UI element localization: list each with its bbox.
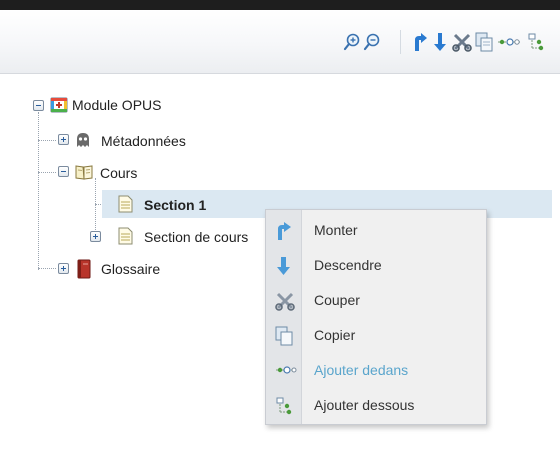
- tree-node-cours[interactable]: Cours: [100, 164, 137, 182]
- copy-icon: [275, 326, 293, 346]
- menu-item-label: Copier: [314, 327, 356, 343]
- cut-icon[interactable]: [452, 30, 472, 54]
- tree-guide-line: [38, 140, 56, 141]
- menu-item-label: Descendre: [314, 257, 382, 273]
- tree-toggle-expand[interactable]: [90, 231, 101, 242]
- menu-item-label: Couper: [314, 292, 360, 308]
- open-book-icon: [75, 163, 93, 181]
- tree-node-section-de-cours[interactable]: Section de cours: [144, 228, 248, 246]
- toolbar: [0, 10, 560, 74]
- tree-node-section-1[interactable]: Section 1: [144, 196, 206, 214]
- menu-item-descendre[interactable]: Descendre: [266, 248, 486, 282]
- menu-item-label: Ajouter dessous: [314, 397, 415, 413]
- menu-item-copier[interactable]: Copier: [266, 318, 486, 352]
- tree-node-glossaire[interactable]: Glossaire: [101, 260, 160, 278]
- toolbar-separator: [400, 30, 401, 54]
- move-up-icon[interactable]: [410, 30, 430, 54]
- menu-item-label: Monter: [314, 222, 358, 238]
- zoom-out-icon[interactable]: [362, 30, 382, 54]
- zoom-in-icon[interactable]: [342, 30, 362, 54]
- menu-item-label: Ajouter dedans: [314, 362, 409, 378]
- tree-toggle-collapse[interactable]: [33, 100, 44, 111]
- tree-toggle-expand[interactable]: [58, 134, 69, 145]
- add-inside-icon: [275, 361, 297, 379]
- menu-item-ajouter-dessous[interactable]: Ajouter dessous: [266, 388, 486, 422]
- tree-node-module-opus[interactable]: Module OPUS: [72, 96, 161, 114]
- add-inside-icon[interactable]: [496, 30, 522, 54]
- menu-item-couper[interactable]: Couper: [266, 283, 486, 317]
- add-below-icon[interactable]: [526, 30, 546, 54]
- document-icon: [117, 195, 133, 213]
- module-icon: [50, 96, 68, 114]
- tree-guide-line: [38, 112, 39, 270]
- context-menu: Monter Descendre Couper Copier Ajouter d…: [265, 209, 487, 425]
- cut-icon: [275, 291, 295, 311]
- red-book-icon: [76, 259, 92, 279]
- menu-item-ajouter-dedans[interactable]: Ajouter dedans: [266, 353, 486, 387]
- tree-guide-line: [38, 268, 56, 269]
- tree-toggle-expand[interactable]: [58, 263, 69, 274]
- ghost-icon: [75, 131, 91, 149]
- move-down-icon[interactable]: [430, 30, 450, 54]
- tree-guide-line: [38, 172, 56, 173]
- move-up-icon: [275, 221, 293, 240]
- add-below-icon: [275, 396, 293, 415]
- menu-item-monter[interactable]: Monter: [266, 213, 486, 247]
- document-icon: [117, 227, 133, 245]
- move-down-icon: [275, 256, 293, 275]
- tree-toggle-collapse[interactable]: [58, 166, 69, 177]
- app-window: Module OPUS Métadonnées Cours Section 1 …: [0, 0, 560, 462]
- tree-node-metadonnees[interactable]: Métadonnées: [101, 132, 186, 150]
- window-top-bar: [0, 0, 560, 10]
- copy-icon[interactable]: [474, 30, 494, 54]
- tree-guide-line: [95, 178, 96, 236]
